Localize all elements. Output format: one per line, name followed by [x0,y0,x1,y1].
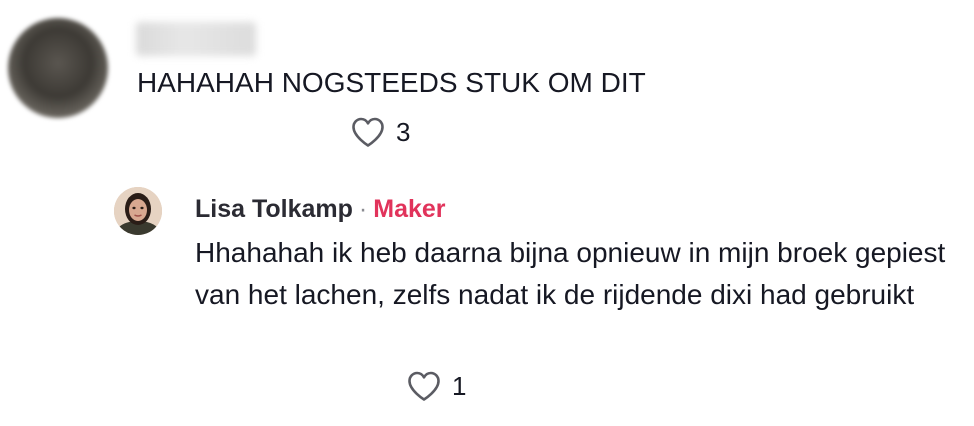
like-row: 3 [350,116,410,148]
like-count: 3 [396,117,411,147]
reply-header: Lisa Tolkamp · Maker [195,194,446,224]
comment: HAHAHAH NOGSTEEDS STUK OM DIT 3 [0,0,974,170]
heart-outline-icon[interactable] [406,370,442,402]
heart-outline-icon[interactable] [350,116,386,148]
avatar[interactable] [114,187,162,235]
avatar-photo [114,187,162,235]
like-count: 1 [452,371,467,401]
username-redacted[interactable] [136,22,256,56]
creator-badge: Maker [373,195,446,223]
like-row: 1 [406,370,466,402]
reply: Lisa Tolkamp · Maker Hhahahah ik heb daarn… [0,180,974,426]
reply-text: Hhahahah ik heb daarna bijna opnieuw in … [195,237,946,310]
reply-author[interactable]: Lisa Tolkamp [195,195,353,223]
separator-dot: · [358,195,368,223]
comment-text: HAHAHAH NOGSTEEDS STUK OM DIT [137,67,646,98]
avatar[interactable] [8,18,108,118]
